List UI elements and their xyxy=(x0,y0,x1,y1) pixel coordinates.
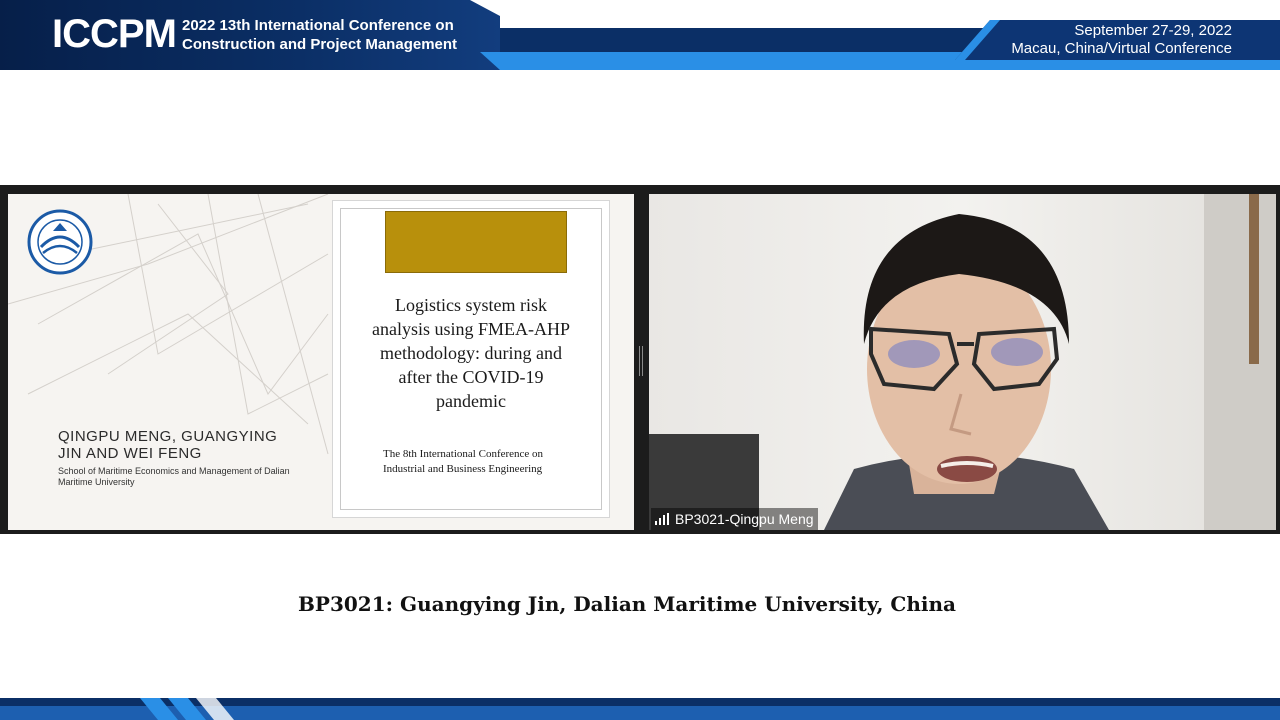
slide-authors: QINGPU MENG, GUANGYING JIN AND WEI FENG xyxy=(58,428,328,462)
slide-affiliation-line1: School of Maritime Economics and Managem… xyxy=(58,466,290,476)
header-banner: ICCPM 2022 13th International Conference… xyxy=(0,0,1280,70)
resize-handle-line xyxy=(642,346,643,376)
session-caption: BP3021: Guangying Jin, Dalian Maritime U… xyxy=(298,592,956,616)
slide-affiliation: School of Maritime Economics and Managem… xyxy=(58,466,308,488)
conference-date: September 27-29, 2022 Macau, China/Virtu… xyxy=(1011,22,1232,58)
split-resize-handle[interactable] xyxy=(638,346,644,376)
slide-conference-note: The 8th International Conference on Indu… xyxy=(383,447,583,477)
participant-name: BP3021-Qingpu Meng xyxy=(675,511,814,527)
resize-handle-line xyxy=(639,346,640,376)
slide-authors-line2: JIN AND WEI FENG xyxy=(58,445,202,462)
slide-authors-line1: QINGPU MENG, GUANGYING xyxy=(58,428,278,445)
shared-slide[interactable]: QINGPU MENG, GUANGYING JIN AND WEI FENG … xyxy=(8,194,634,530)
participant-name-label: BP3021-Qingpu Meng xyxy=(651,508,818,530)
slide-title-line: methodology: during and xyxy=(380,343,562,363)
conference-location-line: Macau, China/Virtual Conference xyxy=(1011,40,1232,57)
signal-strength-icon xyxy=(655,513,669,525)
slide-conference-note-line1: The 8th International Conference on xyxy=(383,448,544,460)
participant-video-frame xyxy=(649,194,1276,530)
conference-date-line: September 27-29, 2022 xyxy=(1074,22,1232,39)
slide-title-card-frame: Logistics system risk analysis using FME… xyxy=(340,208,602,510)
conference-title: 2022 13th International Conference on Co… xyxy=(182,16,457,54)
footer-band xyxy=(0,698,1280,720)
slide-title-line: Logistics system risk xyxy=(395,295,547,315)
slide-affiliation-line2: Maritime University xyxy=(58,477,135,487)
participant-video[interactable]: BP3021-Qingpu Meng xyxy=(649,194,1276,530)
slide-title-line: pandemic xyxy=(436,391,506,411)
slide-title: Logistics system risk analysis using FME… xyxy=(341,293,601,413)
conference-title-line2: Construction and Project Management xyxy=(182,36,458,53)
conference-title-line1: 2022 13th International Conference on xyxy=(182,17,454,34)
iccpm-logo: ICCPM xyxy=(52,12,177,56)
slide-conference-note-line2: Industrial and Business Engineering xyxy=(383,463,543,475)
slide-title-line: analysis using FMEA-AHP xyxy=(371,319,570,339)
gold-banner xyxy=(385,211,567,273)
slide-title-card: Logistics system risk analysis using FME… xyxy=(332,200,610,518)
dalian-maritime-university-logo xyxy=(27,209,93,275)
slide-title-line: after the COVID-19 xyxy=(398,367,544,387)
